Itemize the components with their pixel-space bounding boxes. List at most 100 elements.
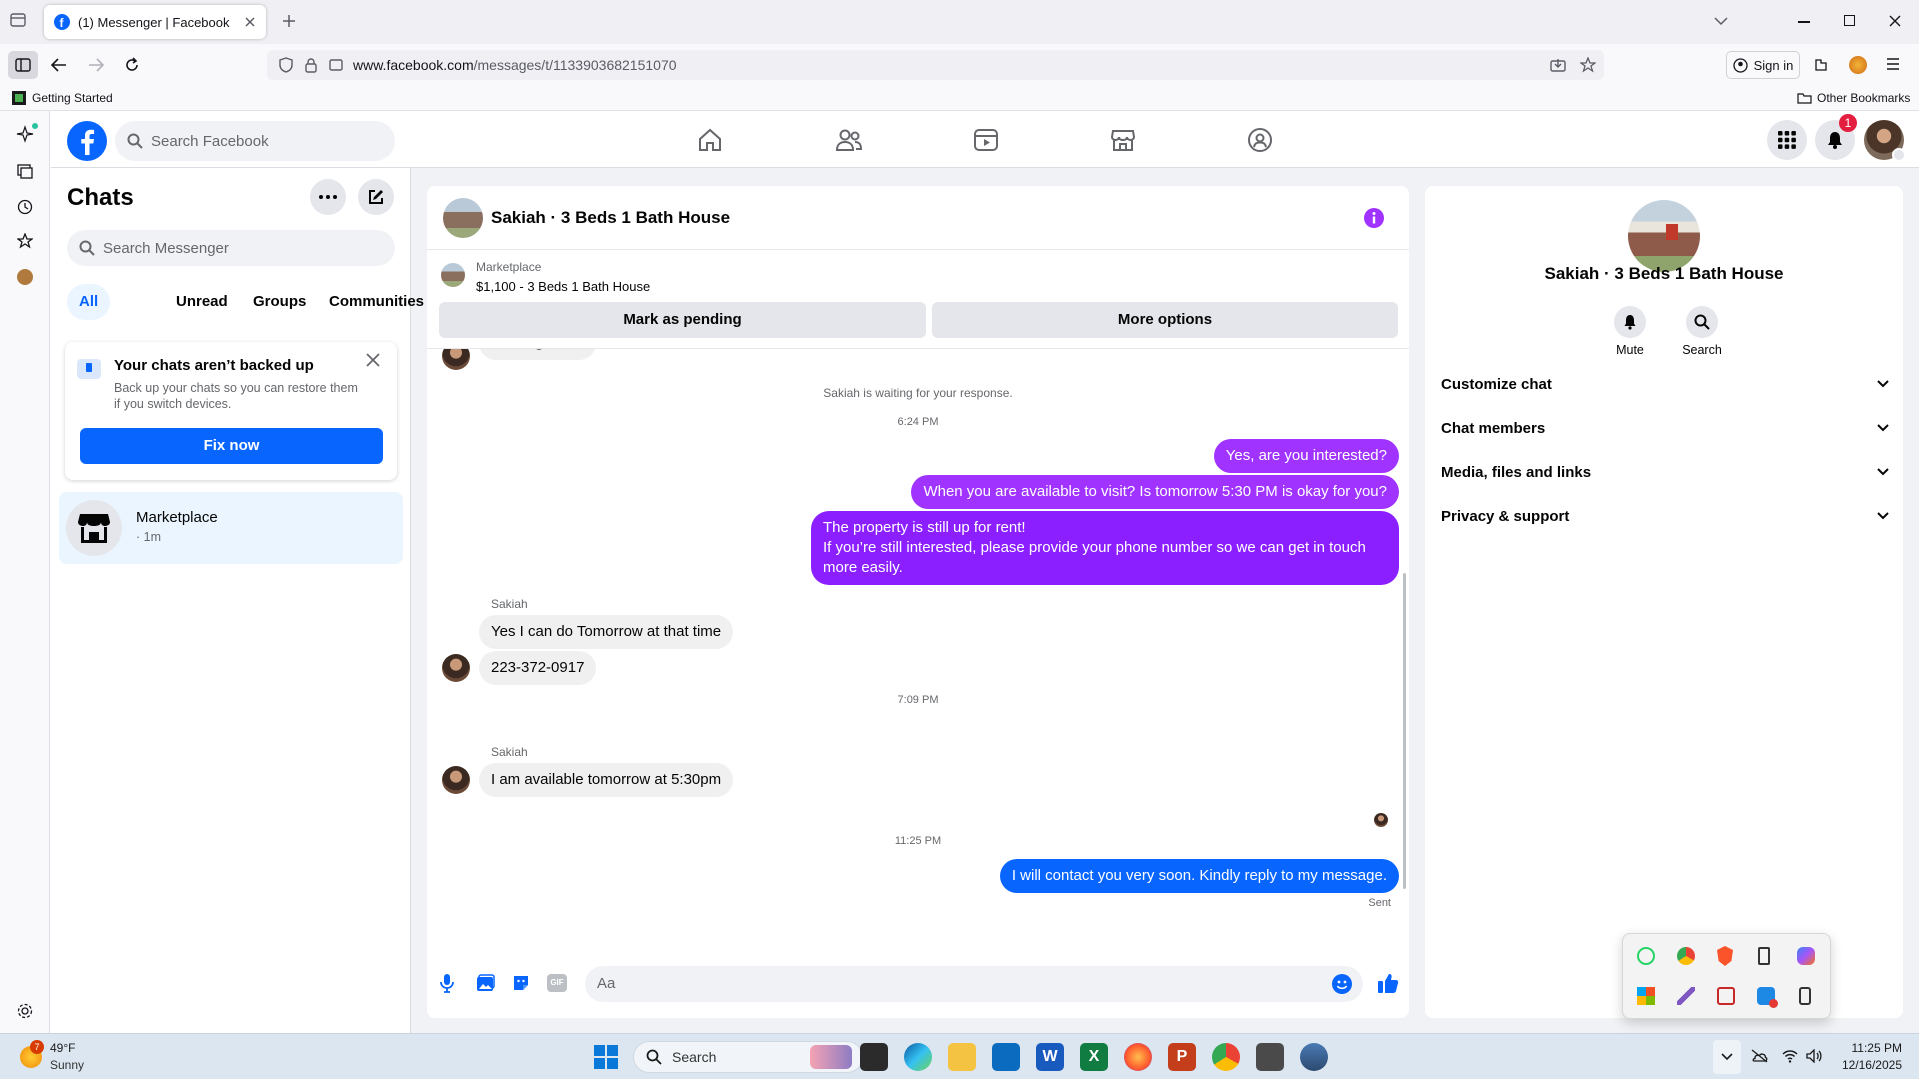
- new-message-button[interactable]: [358, 179, 394, 215]
- history-icon[interactable]: [17, 199, 33, 215]
- brave-icon[interactable]: [1717, 946, 1733, 966]
- marketplace-nav-icon[interactable]: [1110, 127, 1136, 153]
- extensions-icon[interactable]: [1813, 57, 1829, 73]
- firefox-icon[interactable]: [1124, 1043, 1152, 1071]
- chrome-icon[interactable]: [1212, 1043, 1240, 1071]
- volume-icon[interactable]: [1806, 1049, 1822, 1063]
- sticker-icon[interactable]: [511, 973, 531, 993]
- privacy-support-row[interactable]: Privacy & support: [1441, 498, 1889, 534]
- message-list[interactable]: Message sent Sakiah is waiting for your …: [427, 349, 1409, 949]
- gif-icon[interactable]: GIF: [547, 974, 567, 992]
- bookmarks-icon[interactable]: [17, 233, 33, 249]
- microphone-icon[interactable]: [439, 973, 455, 993]
- listing-profile-photo[interactable]: [1628, 200, 1700, 272]
- messenger-search-input[interactable]: Search Messenger: [67, 230, 395, 266]
- conversation-title[interactable]: Sakiah · 3 Beds 1 Bath House: [491, 208, 730, 228]
- listing-title[interactable]: $1,100 - 3 Beds 1 Bath House: [476, 279, 650, 294]
- removable-drive-icon[interactable]: [1799, 987, 1811, 1005]
- more-options-button[interactable]: More options: [932, 302, 1398, 338]
- save-page-icon[interactable]: [1550, 58, 1566, 72]
- app-menu-icon[interactable]: [1886, 58, 1900, 70]
- customize-chat-row[interactable]: Customize chat: [1441, 366, 1889, 402]
- chat-list-item[interactable]: Marketplace · 1m: [59, 492, 403, 564]
- back-icon[interactable]: [51, 58, 67, 72]
- clock-date[interactable]: 12/16/2025: [1830, 1058, 1902, 1072]
- chat-members-row[interactable]: Chat members: [1441, 410, 1889, 446]
- filter-communities[interactable]: Communities: [317, 284, 436, 320]
- permissions-icon[interactable]: [329, 58, 343, 72]
- copilot-icon[interactable]: [1797, 947, 1815, 965]
- home-nav-icon[interactable]: [697, 127, 723, 153]
- edge-icon[interactable]: [904, 1043, 932, 1071]
- url-text[interactable]: www.facebook.com/messages/t/113390368215…: [353, 57, 677, 73]
- browser-tab[interactable]: f (1) Messenger | Facebook: [44, 5, 266, 39]
- filter-all[interactable]: All: [67, 284, 111, 320]
- media-files-row[interactable]: Media, files and links: [1441, 454, 1889, 490]
- show-hidden-icons-button[interactable]: [1713, 1040, 1741, 1074]
- photo-icon[interactable]: [475, 973, 495, 993]
- taskbar-search[interactable]: Search: [633, 1041, 863, 1073]
- close-banner-icon[interactable]: [366, 353, 380, 367]
- mark-pending-button[interactable]: Mark as pending: [439, 302, 926, 338]
- filter-unread[interactable]: Unread: [164, 284, 240, 320]
- like-thumbs-up-icon[interactable]: [1377, 972, 1399, 994]
- new-tab-icon[interactable]: [282, 14, 296, 28]
- wifi-icon[interactable]: [1782, 1049, 1798, 1063]
- profile-avatar[interactable]: [1864, 120, 1906, 162]
- fix-now-button[interactable]: Fix now: [80, 428, 383, 464]
- bookmark-other[interactable]: Other Bookmarks: [1797, 91, 1910, 105]
- reload-icon[interactable]: [124, 57, 140, 73]
- shield-icon[interactable]: [279, 57, 293, 73]
- file-explorer-icon[interactable]: [948, 1043, 976, 1071]
- synced-tabs-icon[interactable]: [17, 163, 33, 179]
- cookie-extension-icon[interactable]: [17, 269, 33, 285]
- excel-icon[interactable]: X: [1080, 1043, 1108, 1071]
- mute-button[interactable]: [1614, 306, 1646, 338]
- scrollbar[interactable]: [1403, 573, 1406, 889]
- tab-list-icon[interactable]: [10, 12, 26, 28]
- powerpoint-icon[interactable]: P: [1168, 1043, 1196, 1071]
- store-icon[interactable]: [992, 1043, 1020, 1071]
- window-close-icon[interactable]: [1889, 15, 1901, 27]
- groups-nav-icon[interactable]: [1247, 127, 1273, 153]
- pdf-icon[interactable]: [1717, 987, 1735, 1005]
- video-nav-icon[interactable]: [973, 127, 999, 153]
- chrome-tray-icon[interactable]: [1677, 947, 1695, 965]
- chat-options-button[interactable]: [310, 179, 346, 215]
- message-input[interactable]: Aa: [585, 966, 1363, 1002]
- bookmark-star-icon[interactable]: [1580, 57, 1596, 73]
- restore-icon[interactable]: [1844, 15, 1855, 26]
- friends-nav-icon[interactable]: [835, 127, 863, 153]
- windows-update-icon[interactable]: [1637, 987, 1655, 1005]
- emoji-icon[interactable]: [1332, 974, 1352, 994]
- weather-sun-icon[interactable]: 7: [20, 1040, 44, 1068]
- customize-sidebar-icon[interactable]: [17, 1003, 33, 1019]
- notifications-button[interactable]: 1: [1815, 114, 1857, 160]
- onedrive-offline-icon[interactable]: [1750, 1049, 1768, 1063]
- facebook-search-input[interactable]: Search Facebook: [115, 121, 395, 161]
- app-icon[interactable]: [1300, 1043, 1328, 1071]
- weather-condition[interactable]: Sunny: [50, 1058, 84, 1072]
- search-conversation-button[interactable]: [1686, 306, 1718, 338]
- whatsapp-icon[interactable]: [1637, 947, 1655, 965]
- facebook-logo-icon[interactable]: [67, 121, 107, 161]
- forward-icon[interactable]: [88, 58, 104, 72]
- ai-chatbot-icon[interactable]: [16, 123, 38, 143]
- lock-icon[interactable]: [305, 57, 317, 73]
- minimize-icon[interactable]: [1798, 21, 1810, 23]
- close-tab-icon[interactable]: [244, 16, 256, 28]
- usb-device-icon[interactable]: [1758, 947, 1770, 965]
- start-windows-icon[interactable]: [594, 1045, 618, 1069]
- conversation-info-icon[interactable]: [1364, 208, 1384, 228]
- menu-grid-button[interactable]: [1767, 120, 1807, 160]
- weather-temp[interactable]: 49°F: [50, 1041, 75, 1055]
- security-icon[interactable]: [1757, 987, 1778, 1008]
- word-icon[interactable]: W: [1036, 1043, 1064, 1071]
- sidebar-toggle-icon[interactable]: [8, 51, 38, 79]
- listing-avatar[interactable]: [443, 198, 483, 238]
- pen-icon[interactable]: [1677, 987, 1695, 1005]
- sign-in-button[interactable]: Sign in: [1726, 51, 1800, 79]
- extension-badge-icon[interactable]: [1849, 56, 1867, 74]
- bookmark-getting-started[interactable]: Getting Started: [12, 91, 113, 105]
- filter-groups[interactable]: Groups: [241, 284, 318, 320]
